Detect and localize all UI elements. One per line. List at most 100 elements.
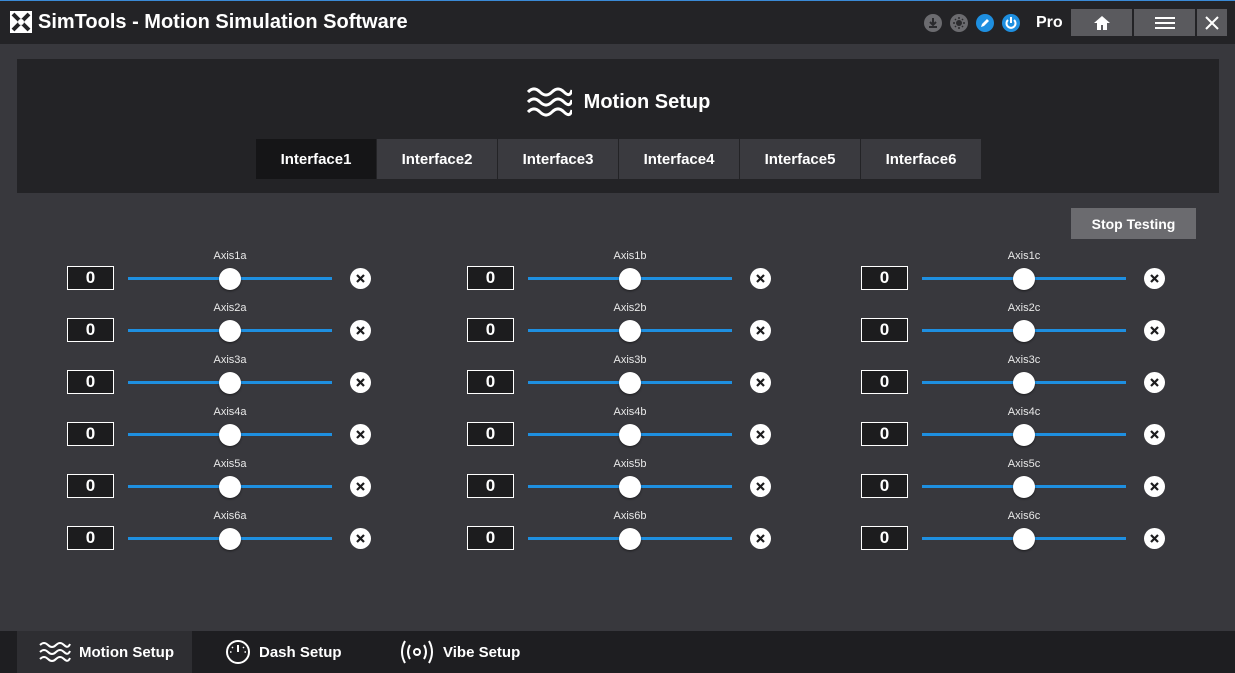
tab-interface3[interactable]: Interface3 <box>498 139 618 179</box>
nav-vibe-setup[interactable]: Vibe Setup <box>377 631 537 673</box>
tab-interface5[interactable]: Interface5 <box>740 139 860 179</box>
axis-slider-thumb[interactable] <box>1013 268 1035 290</box>
axis-value-field[interactable]: 0 <box>67 422 114 446</box>
title-bar: SimTools - Motion Simulation Software Pr… <box>0 0 1235 44</box>
axis-slider-thumb[interactable] <box>219 528 241 550</box>
axis-value-field[interactable]: 0 <box>67 526 114 550</box>
axis-label: Axis5c <box>1007 458 1041 470</box>
axis-reset-button[interactable] <box>350 476 371 497</box>
axis-reset-button[interactable] <box>750 268 771 289</box>
axis-row: Axis6b 0 <box>467 510 777 562</box>
axis-label: Axis6a <box>213 510 247 522</box>
axis-slider-thumb[interactable] <box>619 424 641 446</box>
settings-sun-icon[interactable] <box>950 14 968 32</box>
axis-label: Axis2c <box>1007 302 1041 314</box>
download-icon[interactable] <box>924 14 942 32</box>
menu-button[interactable] <box>1134 9 1195 36</box>
axis-value-field[interactable]: 0 <box>467 370 514 394</box>
axis-row: Axis5b 0 <box>467 458 777 510</box>
close-icon <box>756 274 765 283</box>
axis-value-field[interactable]: 0 <box>467 474 514 498</box>
axis-slider-thumb[interactable] <box>219 476 241 498</box>
axis-reset-button[interactable] <box>1144 476 1165 497</box>
axis-reset-button[interactable] <box>350 528 371 549</box>
axis-value-field[interactable]: 0 <box>467 526 514 550</box>
axis-reset-button[interactable] <box>1144 268 1165 289</box>
axis-reset-button[interactable] <box>750 476 771 497</box>
axis-reset-button[interactable] <box>1144 424 1165 445</box>
simtools-logo-icon <box>10 11 32 33</box>
axis-slider-thumb[interactable] <box>219 268 241 290</box>
axis-reset-button[interactable] <box>750 528 771 549</box>
axis-slider-thumb[interactable] <box>1013 372 1035 394</box>
waves-icon <box>39 642 71 662</box>
tab-interface2[interactable]: Interface2 <box>377 139 497 179</box>
axis-reset-button[interactable] <box>750 424 771 445</box>
nav-dash-setup[interactable]: Dash Setup <box>203 631 363 673</box>
axis-row: Axis2a 0 <box>67 302 377 354</box>
axis-label: Axis2b <box>613 302 647 314</box>
tab-interface6[interactable]: Interface6 <box>861 139 981 179</box>
axis-slider-thumb[interactable] <box>219 320 241 342</box>
axis-slider-thumb[interactable] <box>619 268 641 290</box>
vibration-icon <box>401 640 433 664</box>
axis-reset-button[interactable] <box>350 424 371 445</box>
edition-label: Pro <box>1036 14 1063 31</box>
axis-value-field[interactable]: 0 <box>67 266 114 290</box>
axis-label: Axis3c <box>1007 354 1041 366</box>
axis-row: Axis6a 0 <box>67 510 377 562</box>
axis-label: Axis3b <box>613 354 647 366</box>
tab-interface1[interactable]: Interface1 <box>256 139 376 179</box>
axis-slider-thumb[interactable] <box>1013 476 1035 498</box>
axis-row: Axis5c 0 <box>861 458 1171 510</box>
home-icon <box>1093 15 1110 30</box>
axis-row: Axis2c 0 <box>861 302 1171 354</box>
close-icon <box>1150 482 1159 491</box>
axis-value-field[interactable]: 0 <box>861 370 908 394</box>
axis-value-field[interactable]: 0 <box>861 422 908 446</box>
axis-slider-thumb[interactable] <box>1013 320 1035 342</box>
axis-value-field[interactable]: 0 <box>467 266 514 290</box>
axis-slider-thumb[interactable] <box>219 424 241 446</box>
axis-slider-thumb[interactable] <box>1013 528 1035 550</box>
axis-reset-button[interactable] <box>750 320 771 341</box>
axis-value-field[interactable]: 0 <box>861 318 908 342</box>
close-icon <box>756 378 765 387</box>
axis-slider-thumb[interactable] <box>619 528 641 550</box>
power-icon[interactable] <box>1002 14 1020 32</box>
axis-value-field[interactable]: 0 <box>67 318 114 342</box>
axis-reset-button[interactable] <box>1144 528 1165 549</box>
axis-value-field[interactable]: 0 <box>67 370 114 394</box>
axis-value-field[interactable]: 0 <box>467 422 514 446</box>
axis-value-field[interactable]: 0 <box>861 474 908 498</box>
nav-motion-setup[interactable]: Motion Setup <box>17 631 192 673</box>
close-icon <box>756 326 765 335</box>
axis-slider-thumb[interactable] <box>219 372 241 394</box>
axis-reset-button[interactable] <box>750 372 771 393</box>
axis-slider-thumb[interactable] <box>619 476 641 498</box>
axis-reset-button[interactable] <box>350 372 371 393</box>
axis-label: Axis3a <box>213 354 247 366</box>
axis-value-field[interactable]: 0 <box>67 474 114 498</box>
interface-tabs: Interface1 Interface2 Interface3 Interfa… <box>256 139 981 179</box>
axis-label: Axis1a <box>213 250 247 262</box>
axis-reset-button[interactable] <box>350 268 371 289</box>
close-button[interactable] <box>1197 9 1227 36</box>
axis-value-field[interactable]: 0 <box>861 266 908 290</box>
axis-value-field[interactable]: 0 <box>467 318 514 342</box>
axis-slider-thumb[interactable] <box>619 320 641 342</box>
axis-value-field[interactable]: 0 <box>861 526 908 550</box>
axis-slider-thumb[interactable] <box>1013 424 1035 446</box>
axis-slider-thumb[interactable] <box>619 372 641 394</box>
axis-label: Axis6c <box>1007 510 1041 522</box>
home-button[interactable] <box>1071 9 1132 36</box>
stop-testing-button[interactable]: Stop Testing <box>1071 208 1196 239</box>
axis-reset-button[interactable] <box>1144 372 1165 393</box>
close-icon <box>756 430 765 439</box>
tab-interface4[interactable]: Interface4 <box>619 139 739 179</box>
pencil-icon[interactable] <box>976 14 994 32</box>
axis-reset-button[interactable] <box>350 320 371 341</box>
axis-reset-button[interactable] <box>1144 320 1165 341</box>
close-icon <box>356 378 365 387</box>
axis-row: Axis1b 0 <box>467 250 777 302</box>
